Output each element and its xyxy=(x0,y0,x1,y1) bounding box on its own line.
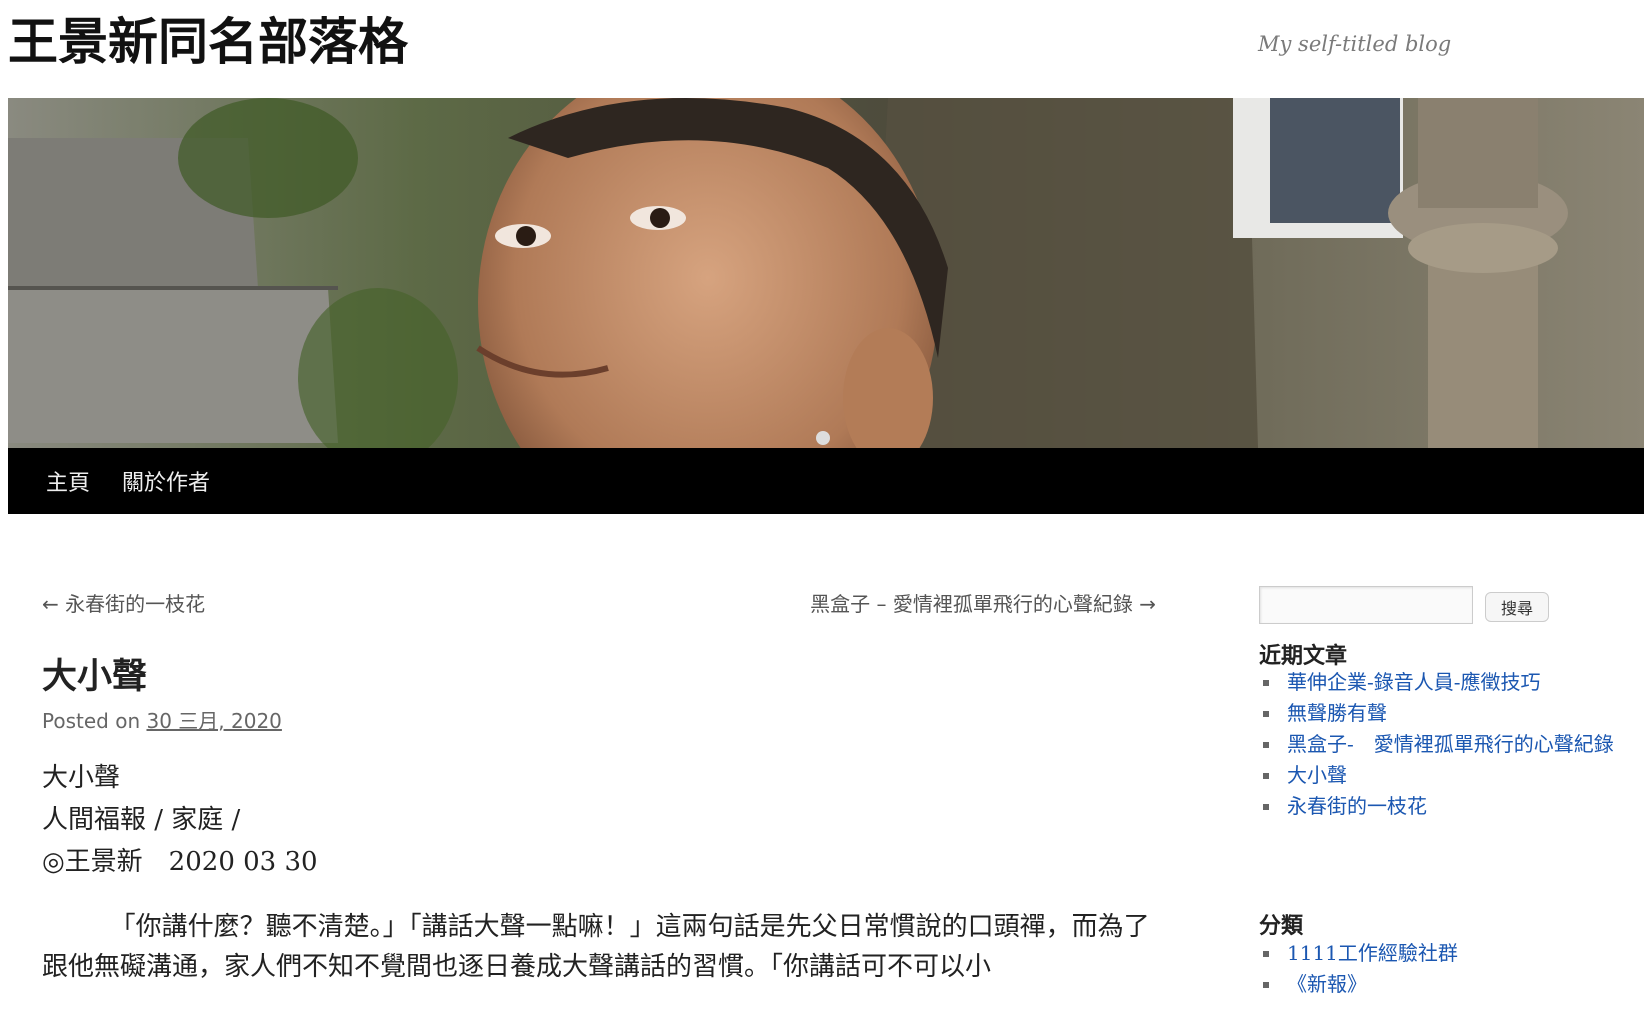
post-author-line: ◎王景新 2020 03 30 xyxy=(42,847,318,877)
recent-post-link[interactable]: 永春街的一枝花 xyxy=(1287,794,1427,818)
list-item: 大小聲 xyxy=(1259,760,1619,791)
recent-post-link[interactable]: 無聲勝有聲 xyxy=(1287,701,1387,725)
post-meta-prefix: Posted on xyxy=(42,709,141,733)
recent-post-link[interactable]: 華伸企業-錄音人員-應徵技巧 xyxy=(1287,670,1541,694)
nav-item-home[interactable]: 主頁 xyxy=(30,465,106,497)
recent-posts-title: 近期文章 xyxy=(1259,644,1348,669)
list-item: 永春街的一枝花 xyxy=(1259,791,1619,822)
list-item: 1111工作經驗社群 xyxy=(1259,938,1619,969)
categories-list: 1111工作經驗社群 《新報》 xyxy=(1259,938,1619,1000)
post-paragraph: 「你講什麼？聽不清楚。」「講話大聲一點嘛！」這兩句話是先父日常慣說的口頭禪，而為… xyxy=(42,912,1150,982)
recent-post-link[interactable]: 大小聲 xyxy=(1287,763,1347,787)
list-item: 華伸企業-錄音人員-應徵技巧 xyxy=(1259,667,1619,698)
header-banner-image xyxy=(8,98,1644,448)
list-item: 《新報》 xyxy=(1259,969,1619,1000)
list-item: 無聲勝有聲 xyxy=(1259,698,1619,729)
recent-posts-list: 華伸企業-錄音人員-應徵技巧 無聲勝有聲 黑盒子- 愛情裡孤單飛行的心聲紀錄 大… xyxy=(1259,667,1619,822)
previous-post-link[interactable]: ← 永春街的一枝花 xyxy=(42,588,205,617)
post-content: 大小聲 人間福報 / 家庭 / ◎王景新 2020 03 30 「你講什麼？聽不… xyxy=(42,757,1162,1013)
site-description: My self-titled blog xyxy=(1258,32,1452,56)
recent-post-link[interactable]: 黑盒子- 愛情裡孤單飛行的心聲紀錄 xyxy=(1287,732,1614,756)
next-post-link[interactable]: 黑盒子 – 愛情裡孤單飛行的心聲紀錄 → xyxy=(810,588,1156,617)
search-input[interactable] xyxy=(1259,586,1473,624)
category-link[interactable]: 1111工作經驗社群 xyxy=(1287,941,1458,965)
post-date-link[interactable]: 30 三月, 2020 xyxy=(146,709,281,733)
main-navigation: 主頁 關於作者 xyxy=(8,448,1644,514)
nav-item-about-author[interactable]: 關於作者 xyxy=(106,465,226,497)
post-source-line: 人間福報 / 家庭 / xyxy=(42,805,241,835)
post-subtitle: 大小聲 xyxy=(42,763,121,793)
search-button[interactable]: 搜尋 xyxy=(1485,592,1549,622)
post-meta: Posted on 30 三月, 2020 xyxy=(42,705,282,734)
list-item: 黑盒子- 愛情裡孤單飛行的心聲紀錄 xyxy=(1259,729,1619,760)
categories-title: 分類 xyxy=(1259,914,1304,939)
category-link[interactable]: 《新報》 xyxy=(1287,972,1367,996)
post-title: 大小聲 xyxy=(42,657,148,697)
site-title[interactable]: 王景新同名部落格 xyxy=(8,2,408,74)
